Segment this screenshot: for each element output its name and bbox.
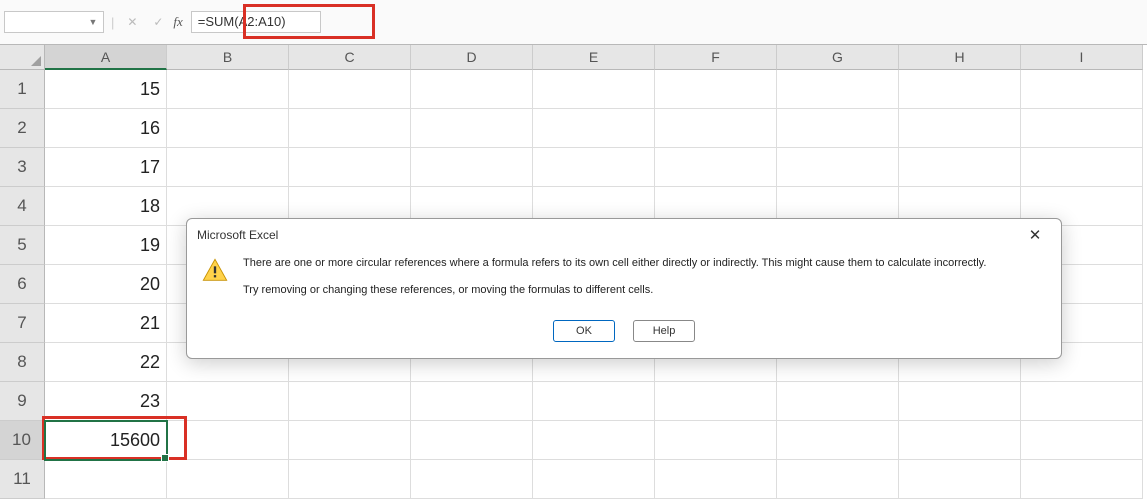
cell-B2[interactable] <box>167 109 289 148</box>
cell-A4[interactable]: 18 <box>45 187 167 226</box>
cancel-formula-icon[interactable]: ✕ <box>121 11 143 33</box>
name-box-dropdown-icon[interactable]: ▼ <box>85 12 101 32</box>
column-header-F[interactable]: F <box>655 45 777 70</box>
cell-A10[interactable]: 15600 <box>45 421 167 460</box>
column-header-A[interactable]: A <box>45 45 167 70</box>
warning-icon <box>201 257 229 285</box>
row-header-8[interactable]: 8 <box>0 343 45 382</box>
column-header-G[interactable]: G <box>777 45 899 70</box>
cell-G3[interactable] <box>777 148 899 187</box>
dialog-line-2: Try removing or changing these reference… <box>243 282 986 299</box>
cell-B11[interactable] <box>167 460 289 499</box>
cell-C3[interactable] <box>289 148 411 187</box>
cell-I2[interactable] <box>1021 109 1143 148</box>
cell-H2[interactable] <box>899 109 1021 148</box>
cell-D1[interactable] <box>411 70 533 109</box>
select-all-corner[interactable] <box>0 45 45 70</box>
row-header-5[interactable]: 5 <box>0 226 45 265</box>
dialog-message: There are one or more circular reference… <box>243 255 986 308</box>
separator: | <box>111 15 114 30</box>
cell-A5[interactable]: 19 <box>45 226 167 265</box>
cell-I9[interactable] <box>1021 382 1143 421</box>
dialog-line-1: There are one or more circular reference… <box>243 255 986 272</box>
column-header-D[interactable]: D <box>411 45 533 70</box>
row-header-2[interactable]: 2 <box>0 109 45 148</box>
cell-A6[interactable]: 20 <box>45 265 167 304</box>
cell-E11[interactable] <box>533 460 655 499</box>
cell-F10[interactable] <box>655 421 777 460</box>
dialog-titlebar: Microsoft Excel ✕ <box>187 219 1061 251</box>
cell-A3[interactable]: 17 <box>45 148 167 187</box>
cell-C9[interactable] <box>289 382 411 421</box>
cell-G2[interactable] <box>777 109 899 148</box>
dialog-title: Microsoft Excel <box>197 228 278 242</box>
cell-D9[interactable] <box>411 382 533 421</box>
row-header-3[interactable]: 3 <box>0 148 45 187</box>
help-button[interactable]: Help <box>633 320 695 342</box>
cell-H10[interactable] <box>899 421 1021 460</box>
cell-E1[interactable] <box>533 70 655 109</box>
cell-I1[interactable] <box>1021 70 1143 109</box>
cell-D3[interactable] <box>411 148 533 187</box>
column-header-C[interactable]: C <box>289 45 411 70</box>
row-header-7[interactable]: 7 <box>0 304 45 343</box>
cell-D2[interactable] <box>411 109 533 148</box>
cell-B3[interactable] <box>167 148 289 187</box>
row-header-4[interactable]: 4 <box>0 187 45 226</box>
cell-I11[interactable] <box>1021 460 1143 499</box>
column-header-B[interactable]: B <box>167 45 289 70</box>
close-icon[interactable]: ✕ <box>1019 221 1051 249</box>
cell-G1[interactable] <box>777 70 899 109</box>
cell-H3[interactable] <box>899 148 1021 187</box>
cell-I10[interactable] <box>1021 421 1143 460</box>
cell-D10[interactable] <box>411 421 533 460</box>
cell-I3[interactable] <box>1021 148 1143 187</box>
cell-G11[interactable] <box>777 460 899 499</box>
cell-E9[interactable] <box>533 382 655 421</box>
row-header-11[interactable]: 11 <box>0 460 45 499</box>
cell-G10[interactable] <box>777 421 899 460</box>
ok-button[interactable]: OK <box>553 320 615 342</box>
column-header-H[interactable]: H <box>899 45 1021 70</box>
row-header-10[interactable]: 10 <box>0 421 45 460</box>
highlight-formulaBox <box>243 4 375 39</box>
cell-C10[interactable] <box>289 421 411 460</box>
cell-F11[interactable] <box>655 460 777 499</box>
cell-F9[interactable] <box>655 382 777 421</box>
row-header-9[interactable]: 9 <box>0 382 45 421</box>
column-headers: ABCDEFGHI <box>45 45 1143 70</box>
cell-F3[interactable] <box>655 148 777 187</box>
cell-A2[interactable]: 16 <box>45 109 167 148</box>
cell-E2[interactable] <box>533 109 655 148</box>
cell-E10[interactable] <box>533 421 655 460</box>
cell-D11[interactable] <box>411 460 533 499</box>
cell-A7[interactable]: 21 <box>45 304 167 343</box>
fx-label[interactable]: fx <box>173 14 182 30</box>
cell-F1[interactable] <box>655 70 777 109</box>
cell-C11[interactable] <box>289 460 411 499</box>
name-box[interactable]: ▼ <box>4 11 104 33</box>
cell-B1[interactable] <box>167 70 289 109</box>
column-header-E[interactable]: E <box>533 45 655 70</box>
cell-H11[interactable] <box>899 460 1021 499</box>
cell-A11[interactable] <box>45 460 167 499</box>
cell-C2[interactable] <box>289 109 411 148</box>
cell-A8[interactable]: 22 <box>45 343 167 382</box>
formula-bar: ▼ | ✕ ✓ fx =SUM(A2:A10) <box>0 0 1147 45</box>
cell-H1[interactable] <box>899 70 1021 109</box>
row-header-1[interactable]: 1 <box>0 70 45 109</box>
cell-E3[interactable] <box>533 148 655 187</box>
row-header-6[interactable]: 6 <box>0 265 45 304</box>
cell-H9[interactable] <box>899 382 1021 421</box>
cell-A1[interactable]: 15 <box>45 70 167 109</box>
row-headers: 1234567891011 <box>0 70 45 499</box>
cell-C1[interactable] <box>289 70 411 109</box>
accept-formula-icon[interactable]: ✓ <box>147 11 169 33</box>
circular-reference-dialog: Microsoft Excel ✕ There are one or more … <box>186 218 1062 359</box>
column-header-I[interactable]: I <box>1021 45 1143 70</box>
cell-G9[interactable] <box>777 382 899 421</box>
cell-F2[interactable] <box>655 109 777 148</box>
